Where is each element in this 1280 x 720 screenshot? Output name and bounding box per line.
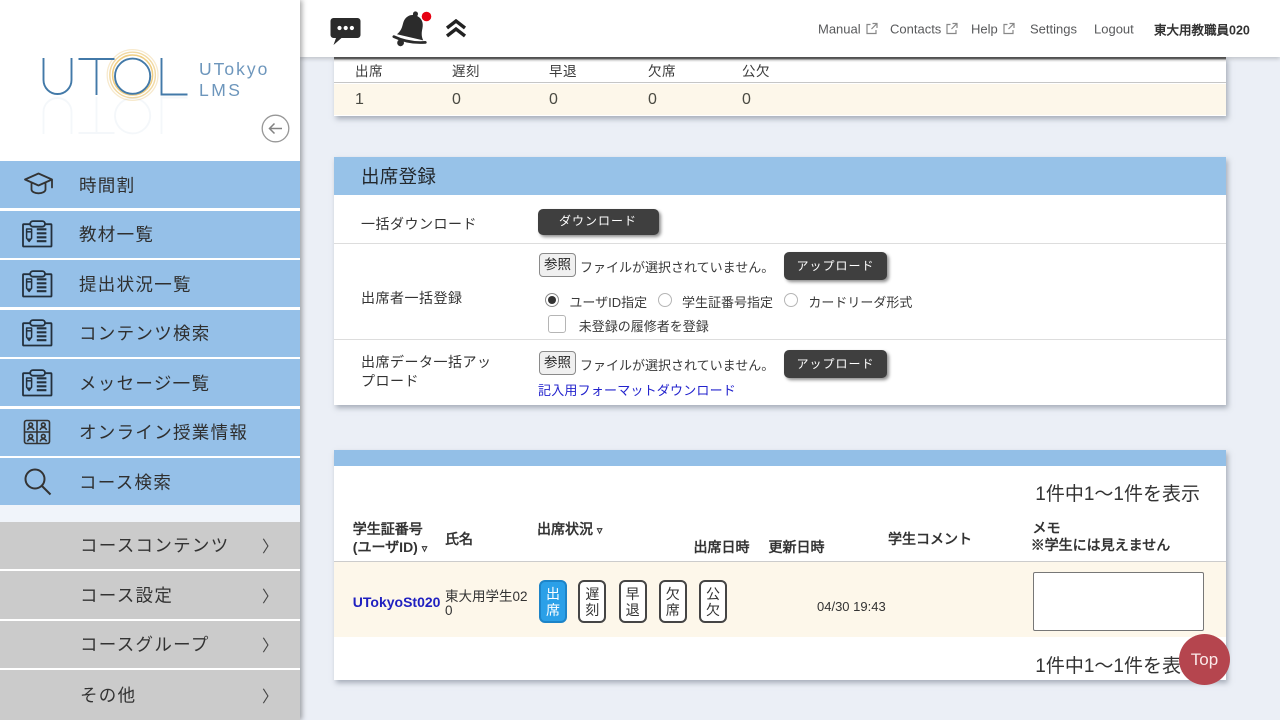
svg-text:LMS: LMS [199, 80, 242, 100]
svg-text:UTokyo: UTokyo [199, 59, 269, 79]
